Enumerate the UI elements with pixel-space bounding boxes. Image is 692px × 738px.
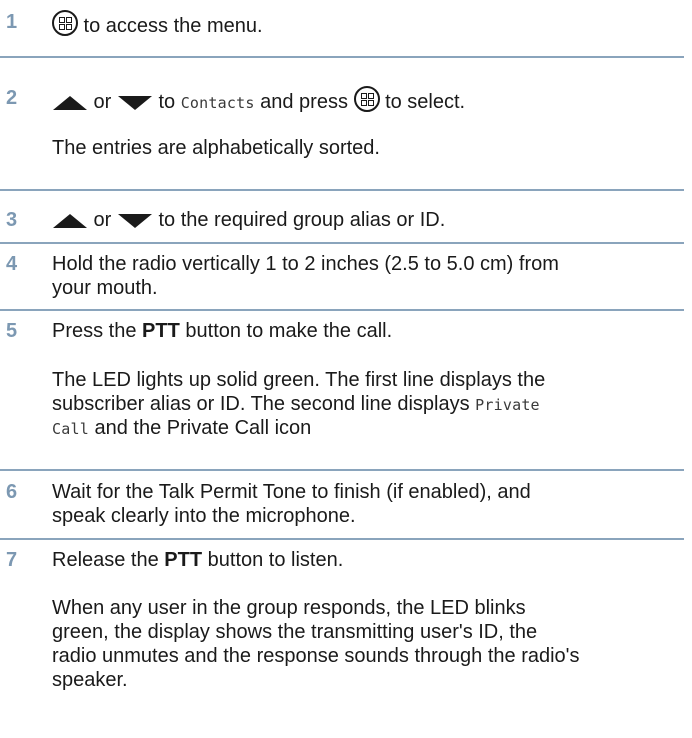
step-text: to access the menu. <box>52 10 684 38</box>
step-note: Call and the Private Call icon <box>52 417 312 439</box>
divider <box>0 242 684 244</box>
step-number: 1 <box>6 11 18 33</box>
step-number: 6 <box>6 481 18 503</box>
step-text: speak clearly into the microphone. <box>52 505 356 527</box>
up-arrow-icon <box>53 213 87 228</box>
step-number: 7 <box>6 549 18 571</box>
step-text: or to the required group alias or ID. <box>52 208 684 232</box>
divider <box>0 56 684 58</box>
step-number: 2 <box>6 87 18 109</box>
menu-ok-key-icon <box>353 86 380 112</box>
step-note: When any user in the group responds, the… <box>52 597 526 619</box>
display-text: Call <box>52 420 89 438</box>
step-note: green, the display shows the transmittin… <box>52 621 538 643</box>
divider <box>0 309 684 311</box>
step-text: Release the PTT button to listen. <box>52 549 344 571</box>
step-text: or to Contacts and press to select. <box>52 86 684 115</box>
step-text: Press the PTT button to make the call. <box>52 320 393 342</box>
step-note: The LED lights up solid green. The first… <box>52 369 546 391</box>
divider <box>0 189 684 191</box>
down-arrow-icon <box>117 95 152 110</box>
step-note: subscriber alias or ID. The second line … <box>52 393 540 415</box>
down-arrow-icon <box>117 213 152 228</box>
step-number: 4 <box>6 253 18 275</box>
step-note: The entries are alphabetically sorted. <box>52 137 380 159</box>
step-note: speaker. <box>52 669 128 691</box>
menu-item-name: Contacts <box>180 94 255 112</box>
ptt-label: PTT <box>142 320 180 342</box>
step-text: Hold the radio vertically 1 to 2 inches … <box>52 253 559 275</box>
step-number: 3 <box>6 209 18 231</box>
step-number: 5 <box>6 320 18 342</box>
step-text: your mouth. <box>52 277 158 299</box>
step-text: Wait for the Talk Permit Tone to finish … <box>52 481 531 503</box>
ptt-label: PTT <box>164 549 203 571</box>
up-arrow-icon <box>53 95 87 110</box>
divider <box>0 469 684 471</box>
divider <box>0 538 684 540</box>
menu-ok-key-icon <box>52 10 78 36</box>
display-text: Private <box>475 396 540 414</box>
instruction-page: 1 to access the menu. 2 or to Contacts a… <box>0 0 692 738</box>
step-note: radio unmutes and the response sounds th… <box>52 645 580 667</box>
